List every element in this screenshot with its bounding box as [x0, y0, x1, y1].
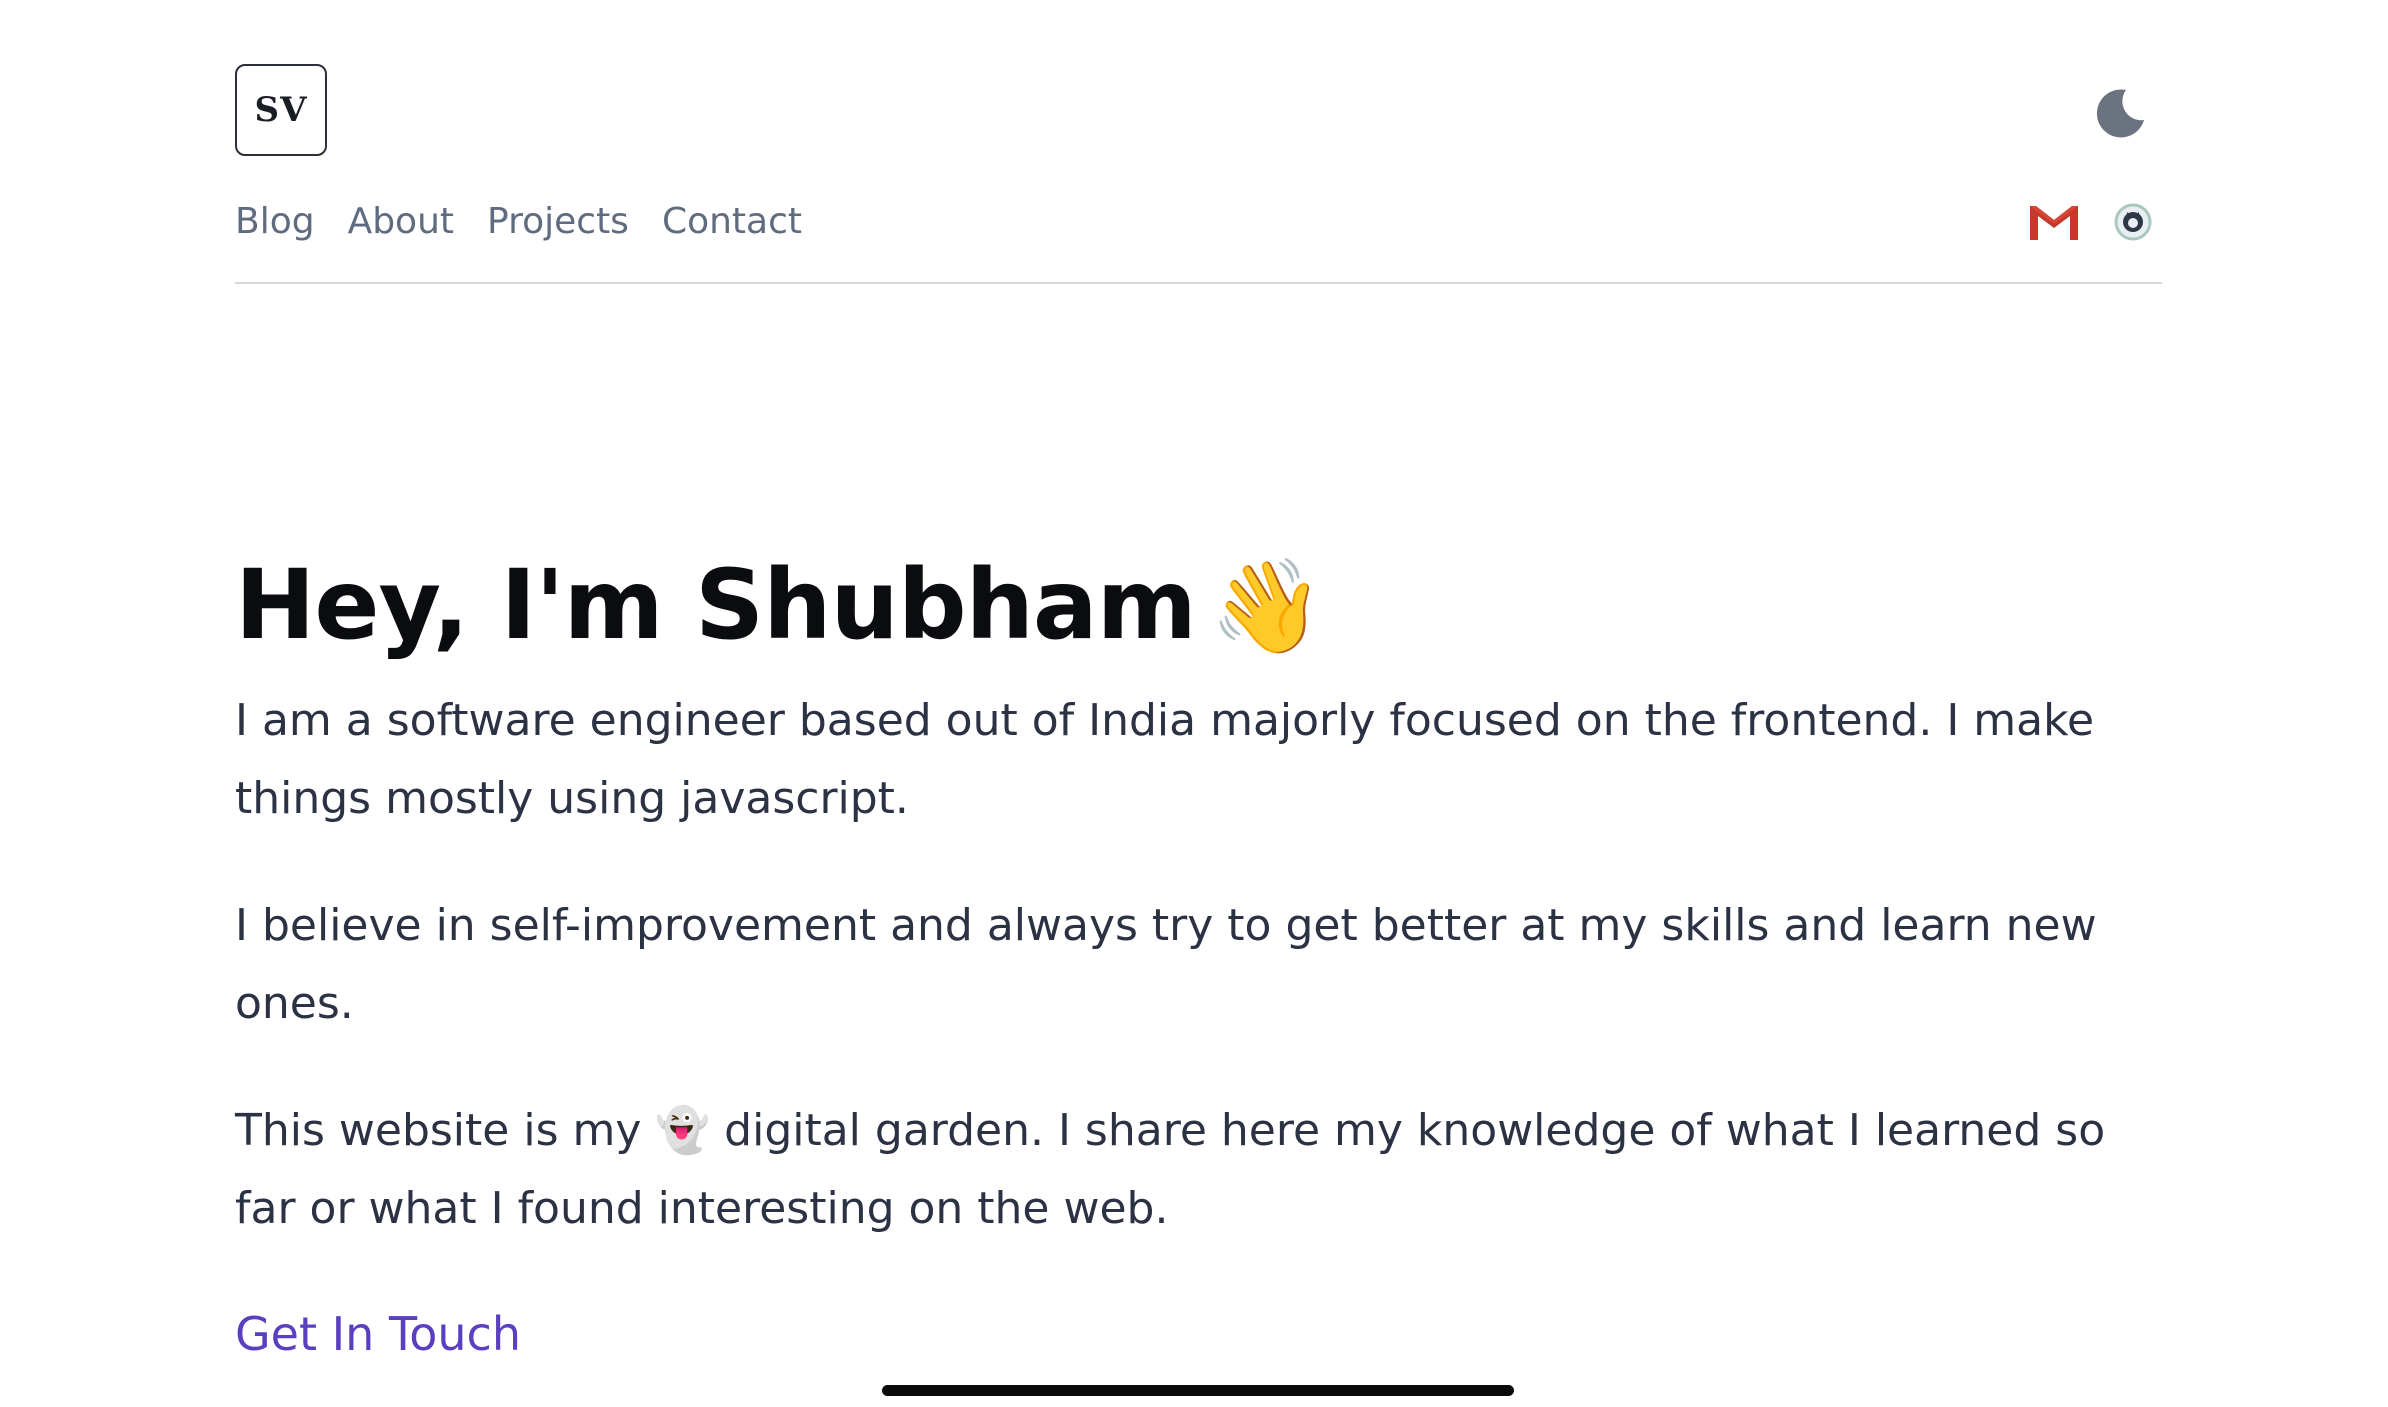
waving-hand-icon: 👋 [1209, 553, 1325, 660]
title-text: Hey, I'm Shubham [235, 549, 1197, 661]
site-logo[interactable]: SV [235, 64, 327, 156]
gmail-icon [2030, 204, 2078, 240]
github-link[interactable] [2110, 198, 2162, 244]
nav-link-projects[interactable]: Projects [487, 201, 629, 242]
get-in-touch-link[interactable]: Get In Touch [235, 1295, 521, 1373]
theme-toggle-button[interactable] [2092, 84, 2148, 140]
page: SV Blog About Projects Contact Hey, I'm … [0, 0, 2388, 1407]
gmail-link[interactable] [2028, 198, 2080, 244]
intro-section: Hey, I'm Shubham 👋 I am a software engine… [235, 540, 2162, 1373]
moon-icon [2096, 89, 2144, 138]
intro-paragraph-3: This website is my 👻 digital garden. I s… [235, 1092, 2162, 1248]
nav-link-contact[interactable]: Contact [662, 201, 802, 242]
nav-link-blog[interactable]: Blog [235, 201, 315, 242]
ghost-icon: 👻 [655, 1105, 711, 1156]
intro-paragraph-1: I am a software engineer based out of In… [235, 695, 2095, 824]
header: SV [235, 64, 2162, 160]
intro-paragraph-2: I believe in self-improvement and always… [235, 900, 2097, 1029]
header-divider [235, 282, 2162, 284]
paragraph-3-text-start: This website is my [235, 1105, 656, 1156]
page-title: Hey, I'm Shubham 👋 [235, 540, 2162, 672]
github-icon [2114, 203, 2152, 241]
social-links [1998, 198, 2162, 244]
home-indicator-bar[interactable] [882, 1385, 1514, 1396]
main-nav: Blog About Projects Contact [235, 196, 835, 246]
nav-link-about[interactable]: About [348, 201, 454, 242]
